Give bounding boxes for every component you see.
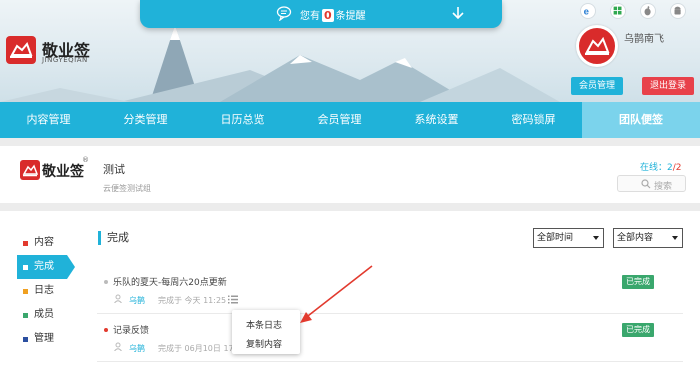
brand-sub: JINGYEQIAN (42, 56, 88, 64)
side-item-done[interactable]: 完成 (17, 255, 75, 279)
side-dot (23, 241, 28, 246)
team-header: 敬业签 ® 测试 云便签测试组 在线：2/2 搜索 (0, 146, 700, 203)
content-filter-select[interactable]: 全部内容 (613, 228, 683, 248)
menu-item-this-log[interactable]: 本条日志 (246, 318, 282, 331)
context-menu: 本条日志 复制内容 (232, 310, 300, 354)
search-icon (641, 179, 651, 189)
nav-settings[interactable]: 系统设置 (388, 102, 485, 138)
cloud-logo-icon (585, 36, 610, 55)
windows-icon[interactable] (610, 3, 626, 19)
brand-badge (6, 36, 36, 64)
header: 您有 0 条提醒 敬业签 JINGYEQIAN e 乌鹊南飞 会员管理 退出登录 (0, 0, 700, 102)
item-title: 乐队的夏天-每周六20点更新 (113, 278, 227, 288)
user-name[interactable]: 乌鹊南飞 (624, 30, 664, 45)
side-menu: 内容 完成 日志 成员 管理 (17, 231, 87, 351)
list-menu-icon[interactable] (228, 295, 238, 304)
main-content: 内容 完成 日志 成员 管理 完成 全部时间 全部内容 乐队的夏天-每周六20点… (0, 211, 700, 376)
section-title: 完成 (98, 231, 129, 245)
chevron-down-icon (672, 236, 678, 240)
time-filter-select[interactable]: 全部时间 (533, 228, 604, 248)
team-logo: 敬业签 ® (20, 156, 90, 188)
item-dot (104, 280, 108, 284)
android-icon[interactable] (670, 3, 686, 19)
svg-text:e: e (584, 7, 590, 18)
item-time: 完成于 今天 11:25 (158, 296, 227, 305)
side-dot (23, 313, 28, 318)
cloud-logo-icon (22, 164, 39, 177)
chevron-down-icon (593, 236, 599, 240)
item-user: 乌鹊 (129, 344, 145, 353)
team-logo-name: 敬业签 (42, 164, 84, 180)
list-item[interactable]: 乐队的夏天-每周六20点更新 乌鹊 完成于 今天 11:25 已完成 (97, 266, 683, 314)
logout-button[interactable]: 退出登录 (642, 77, 694, 95)
apple-icon[interactable] (640, 3, 656, 19)
team-title: 测试 (103, 163, 125, 176)
message-icon (276, 6, 292, 21)
team-badge (20, 160, 40, 180)
item-time: 完成于 06月10日 17 (158, 344, 234, 353)
status-badge: 已完成 (622, 323, 654, 337)
online-count[interactable]: 在线：2/2 (640, 160, 682, 173)
arrow-down-icon[interactable] (450, 5, 466, 21)
menu-item-copy-content[interactable]: 复制内容 (246, 337, 282, 350)
team-description: 云便签测试组 (103, 184, 151, 193)
user-icon (114, 342, 122, 351)
nav-calendar[interactable]: 日历总览 (194, 102, 291, 138)
nav-members[interactable]: 会员管理 (291, 102, 388, 138)
item-dot (104, 328, 108, 332)
cloud-logo-icon (10, 42, 33, 58)
nav-content[interactable]: 内容管理 (0, 102, 97, 138)
reminder-count: 0 (322, 9, 334, 22)
side-dot (23, 265, 28, 270)
status-badge: 已完成 (622, 275, 654, 289)
side-item-log[interactable]: 日志 (17, 279, 87, 303)
side-dot (23, 289, 28, 294)
list-item[interactable]: 记录反馈 乌鹊 完成于 06月10日 17 已完成 (97, 314, 683, 362)
nav-lock[interactable]: 密码锁屏 (485, 102, 582, 138)
nav-category[interactable]: 分类管理 (97, 102, 194, 138)
side-item-content[interactable]: 内容 (17, 231, 87, 255)
side-item-manage[interactable]: 管理 (17, 327, 87, 351)
avatar[interactable] (576, 25, 618, 67)
main-nav: 内容管理 分类管理 日历总览 会员管理 系统设置 密码锁屏 团队便签 (0, 102, 700, 138)
item-title: 记录反馈 (113, 326, 150, 336)
nav-team-notes[interactable]: 团队便签 (582, 102, 700, 138)
reminder-text: 您有 0 条提醒 (300, 9, 366, 22)
side-dot (23, 337, 28, 342)
user-icon (114, 294, 122, 303)
registered-mark: ® (82, 156, 89, 164)
search-placeholder: 搜索 (654, 182, 673, 192)
item-user: 乌鹊 (129, 296, 145, 305)
reminder-bar[interactable]: 您有 0 条提醒 (140, 0, 502, 28)
member-manage-button[interactable]: 会员管理 (571, 77, 623, 95)
search-input[interactable]: 搜索 (617, 175, 686, 192)
side-item-members[interactable]: 成员 (17, 303, 87, 327)
ie-icon[interactable]: e (580, 3, 596, 19)
